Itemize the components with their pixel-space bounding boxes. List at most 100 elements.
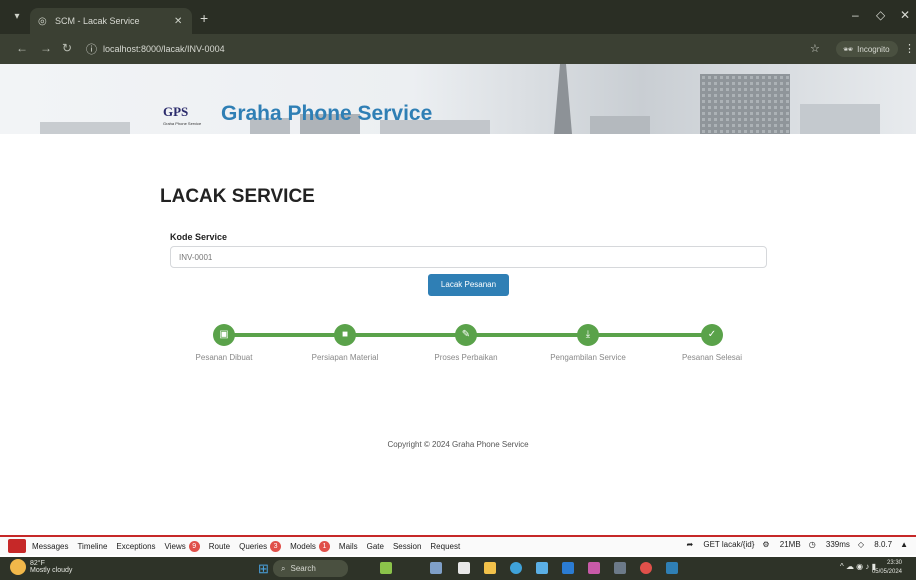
chrome-icon[interactable] (640, 562, 652, 574)
debugbar-tab-label: Messages (32, 541, 69, 551)
url-text: localhost:8000/lacak/INV-0004 (103, 44, 225, 54)
footer-copyright: Copyright © 2024 Graha Phone Service (387, 440, 529, 449)
address-bar: ← → ↻ ⓘ localhost:8000/lacak/INV-0004 ☆ … (0, 34, 916, 64)
city-skyline-image (40, 64, 880, 134)
taskbar-search[interactable]: ⌕ Search (273, 560, 348, 577)
weather-text: Mostly cloudy (30, 567, 73, 574)
package-icon: ■ (334, 324, 356, 346)
clock-date: 05/05/2024 (871, 569, 902, 575)
teams-icon[interactable] (458, 562, 470, 574)
debugbar-collapse-icon[interactable]: ▲ (900, 540, 908, 549)
php-version: ◇ 8.0.7 (857, 540, 893, 549)
logo-text: GPS (163, 104, 189, 119)
box-icon: ▣ (213, 324, 235, 346)
windows-taskbar: 82°F Mostly cloudy ⊞ ⌕ Search ^ ☁ ◉ ♪ ▮ … (0, 557, 916, 580)
bookmark-star-icon[interactable]: ☆ (810, 42, 820, 55)
step-label: Pengambilan Service (550, 353, 626, 362)
debugbar-tab-models[interactable]: Models 1 (290, 540, 330, 552)
count-badge: 3 (270, 540, 282, 552)
debugbar-tab-request[interactable]: Request (430, 541, 460, 552)
debugbar-tab-label: Views (164, 541, 186, 551)
tab-search-icon[interactable]: ▾ (8, 9, 26, 25)
edge-icon[interactable] (510, 562, 522, 574)
tab-title: SCM - Lacak Service (55, 16, 140, 26)
temperature: 82°F (30, 560, 45, 567)
debugbar-tab-queries[interactable]: Queries 3 (239, 540, 282, 552)
debugbar-tab-session[interactable]: Session (393, 541, 421, 552)
page-title: LACAK SERVICE (160, 186, 315, 207)
memory-usage: ⚙ 21MB (762, 540, 801, 549)
store-icon[interactable] (536, 562, 548, 574)
debugbar-tab-label: Exceptions (116, 541, 156, 551)
debugbar-tab-label: Session (392, 541, 422, 551)
tab-favicon-icon: ◎ (38, 15, 47, 27)
search-label: Search (290, 564, 316, 573)
count-badge: 1 (318, 540, 330, 552)
step-label: Persiapan Material (311, 353, 379, 362)
minimize-icon[interactable]: – (852, 8, 859, 22)
request-route[interactable]: ➦ GET lacak/{id} (686, 540, 754, 549)
debugbar-tab-label: Mails (338, 541, 358, 551)
weather-widget[interactable]: 82°F Mostly cloudy (10, 559, 72, 575)
debugbar-tab-label: Queries (239, 541, 268, 551)
debugbar-tab-messages[interactable]: Messages (32, 541, 68, 552)
clock-time: 23:30 (886, 560, 902, 566)
vscode-icon[interactable] (666, 562, 678, 574)
download-icon: ⤓ (577, 324, 599, 346)
debugbar-tab-views[interactable]: Views 9 (164, 540, 200, 552)
tab-close-icon[interactable]: ✕ (174, 16, 192, 27)
system-clock[interactable]: 23:30 05/05/2024 (872, 559, 902, 577)
task-view-icon[interactable] (430, 562, 442, 574)
header-banner: GPS Graha Phone Service Graha Phone Serv… (0, 64, 916, 134)
search-icon: ⌕ (281, 563, 286, 573)
debugbar-tab-timeline[interactable]: Timeline (77, 541, 107, 552)
gps-logo: GPS Graha Phone Service (163, 104, 207, 132)
site-info-icon[interactable]: ⓘ (86, 41, 97, 57)
wrench-icon: ✎ (455, 324, 477, 346)
brand-title: Graha Phone Service (221, 102, 433, 125)
debugbar-tab-mails[interactable]: Mails (339, 541, 358, 552)
forward-icon[interactable]: → (40, 41, 52, 55)
incognito-icon: 🕶 (843, 44, 854, 54)
terminal-icon[interactable] (614, 562, 626, 574)
track-order-button[interactable]: Lacak Pesanan (428, 274, 509, 296)
laravel-logo-icon[interactable] (8, 539, 26, 553)
url-field[interactable]: ⓘ localhost:8000/lacak/INV-0004 (86, 39, 786, 59)
debug-bar: Messages Timeline Exceptions Views 9 Route Que… (0, 535, 916, 555)
debugbar-tab-label: Route (208, 541, 231, 551)
system-tray[interactable]: ^ ☁ ◉ ♪ ▮ (840, 562, 876, 571)
service-code-input[interactable] (170, 246, 767, 268)
debugbar-tab-label: Gate (366, 541, 384, 551)
debugbar-tab-label: Request (430, 541, 461, 551)
incognito-label: Incognito (857, 44, 890, 54)
windows-start-icon[interactable]: ⊞ (258, 562, 271, 575)
check-icon: ✓ (701, 324, 723, 346)
step-label: Pesanan Selesai (681, 353, 743, 362)
request-time: ◷ 339ms (808, 540, 850, 549)
file-explorer-icon[interactable] (484, 562, 496, 574)
new-tab-button[interactable]: + (200, 10, 208, 26)
debugbar-tab-label: Models (290, 541, 316, 551)
debugbar-tab-exceptions[interactable]: Exceptions (116, 541, 155, 552)
logo-subtext: Graha Phone Service (163, 121, 202, 126)
browser-tab[interactable]: ◎ SCM - Lacak Service ✕ (30, 8, 192, 34)
word-icon[interactable] (562, 562, 574, 574)
menu-kebab-icon[interactable]: ⋮ (904, 42, 915, 55)
back-icon[interactable]: ← (16, 41, 28, 55)
incognito-badge[interactable]: 🕶 Incognito (836, 41, 898, 57)
count-badge: 9 (188, 540, 200, 552)
step-label: Pesanan Dibuat (195, 353, 253, 362)
debugbar-tab-route[interactable]: Route (209, 541, 230, 552)
browser-tab-bar: ▾ ◎ SCM - Lacak Service ✕ + – ◇ ✕ (0, 0, 916, 34)
step-label: Proses Perbaikan (434, 353, 498, 362)
debug-summary: ➦ GET lacak/{id} ⚙ 21MB ◷ 339ms ◇ 8.0.7 … (678, 540, 908, 549)
debugbar-tab-gate[interactable]: Gate (367, 541, 384, 552)
debugbar-tab-label: Timeline (77, 541, 108, 551)
restore-icon[interactable]: ◇ (876, 8, 885, 22)
widget-icon[interactable] (380, 562, 392, 574)
reload-icon[interactable]: ↻ (62, 41, 72, 55)
app-icon[interactable] (588, 562, 600, 574)
weather-icon (10, 559, 26, 575)
service-code-label: Kode Service (170, 232, 228, 242)
close-window-icon[interactable]: ✕ (900, 8, 910, 22)
